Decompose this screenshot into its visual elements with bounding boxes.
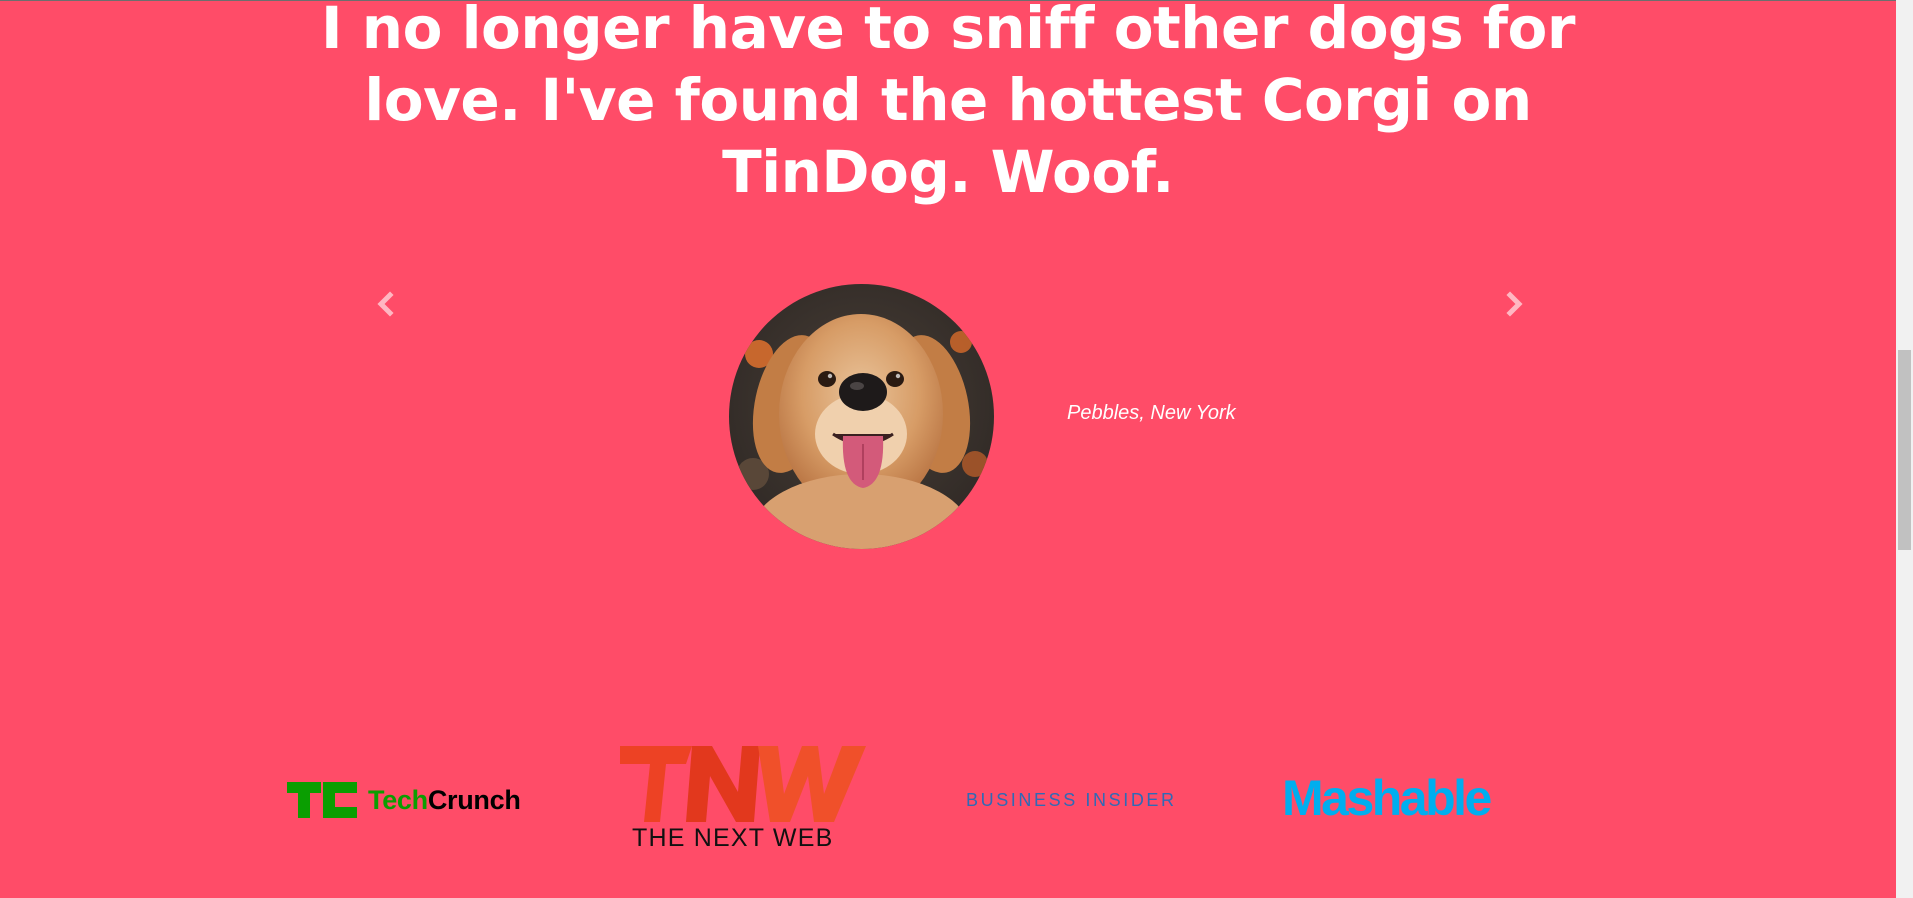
techcrunch-wordmark: TechCrunch — [368, 785, 521, 816]
the-next-web-logo: THE NEXT WEB — [620, 746, 866, 854]
business-insider-logo: BUSINESS INSIDER — [966, 790, 1177, 810]
techcrunch-crunch: Crunch — [427, 784, 521, 815]
carousel-prev-button[interactable] — [366, 286, 406, 322]
tnw-mark-icon — [620, 746, 866, 822]
tnw-name: THE NEXT WEB — [632, 824, 834, 852]
scrollbar-thumb[interactable] — [1898, 350, 1911, 550]
chevron-right-icon — [1506, 291, 1523, 317]
techcrunch-logo: TechCrunch — [287, 782, 521, 818]
testimonial-quote: I no longer have to sniff other dogs for… — [321, 0, 1575, 206]
techcrunch-mark-icon — [287, 782, 357, 818]
carousel-next-button[interactable] — [1494, 286, 1534, 322]
testimonial-section: I no longer have to sniff other dogs for… — [0, 0, 1896, 898]
techcrunch-tech: Tech — [368, 784, 428, 815]
testimonial-caption: Pebbles, New York — [1067, 402, 1236, 424]
window-top-border — [0, 0, 1913, 1]
mashable-logo: Mashable — [1282, 770, 1492, 826]
testimonial-avatar — [729, 284, 994, 549]
dog-photo — [729, 284, 994, 549]
vertical-scrollbar[interactable] — [1896, 0, 1913, 898]
chevron-left-icon — [377, 291, 394, 317]
